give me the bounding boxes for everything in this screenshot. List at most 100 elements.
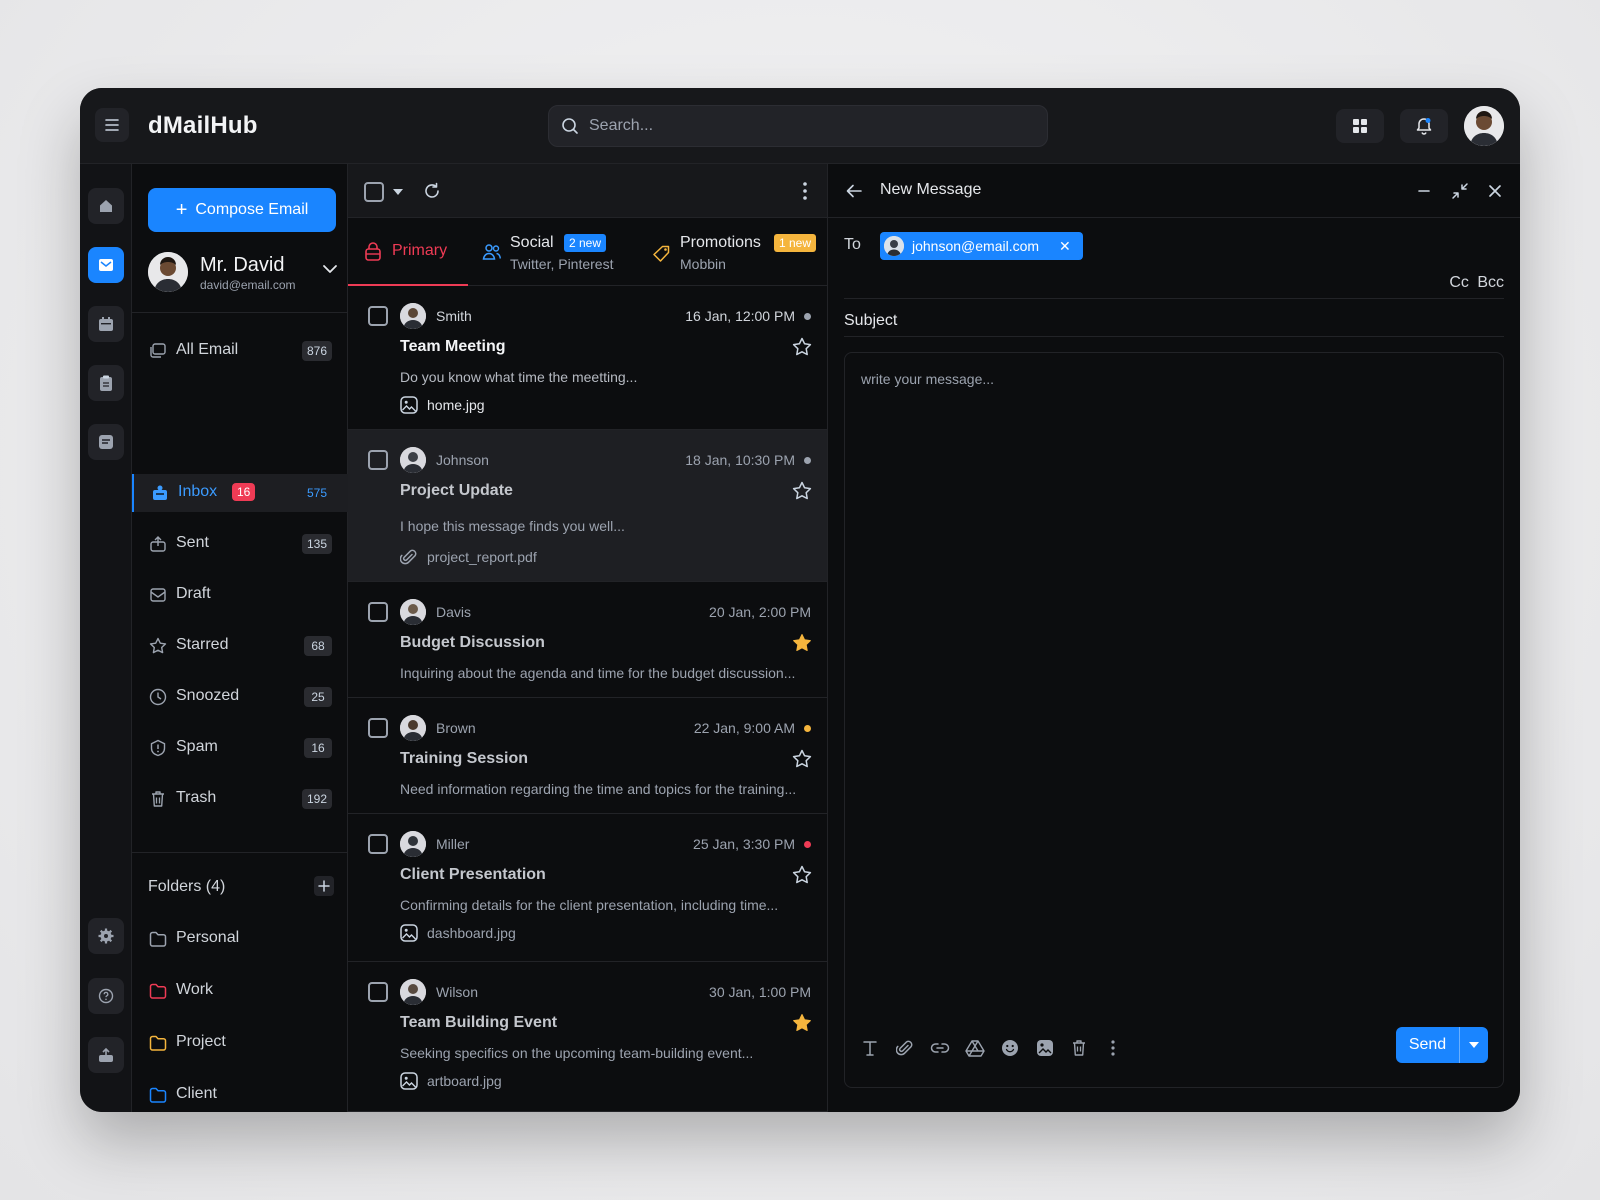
rail-notes-button[interactable] xyxy=(88,424,124,460)
messages-icon xyxy=(148,341,168,361)
caret-down-icon[interactable] xyxy=(1460,1041,1488,1049)
rail-settings-button[interactable] xyxy=(88,918,124,954)
sender-name: Brown xyxy=(436,720,476,736)
tab-label: Social xyxy=(510,234,554,251)
back-arrow-icon[interactable] xyxy=(844,181,864,201)
email-row[interactable]: Davis 20 Jan, 2:00 PM Budget Discussion Inq… xyxy=(348,582,827,698)
sidebar-item-sent[interactable]: Sent 135 xyxy=(132,525,348,563)
folder-work[interactable]: Work xyxy=(132,972,348,1010)
compose-email-button[interactable]: + Compose Email xyxy=(148,188,336,232)
close-icon[interactable] xyxy=(1483,179,1507,203)
email-row[interactable]: Miller 25 Jan, 3:30 PM Client Presentation… xyxy=(348,814,827,962)
email-checkbox[interactable] xyxy=(368,602,388,622)
attachment-icon[interactable] xyxy=(894,1037,916,1059)
recipient-chip[interactable]: johnson@email.com ✕ xyxy=(880,232,1083,260)
email-row[interactable]: Smith 16 Jan, 12:00 PM Team Meeting Do you … xyxy=(348,286,827,430)
select-all-checkbox[interactable] xyxy=(364,182,384,202)
tab-social[interactable]: Social 2 new Twitter, Pinterest xyxy=(482,218,632,286)
drive-icon[interactable] xyxy=(964,1037,986,1059)
home-icon xyxy=(98,198,114,214)
menu-button[interactable] xyxy=(95,108,129,142)
star-icon[interactable] xyxy=(791,748,813,770)
cc-bcc-toggle[interactable]: Cc Bcc xyxy=(1449,274,1504,292)
collapse-icon[interactable] xyxy=(1448,179,1472,203)
email-checkbox[interactable] xyxy=(368,982,388,1002)
star-icon[interactable] xyxy=(791,632,813,654)
apps-button[interactable] xyxy=(1336,109,1384,143)
status-dot xyxy=(804,725,811,732)
rail-clipboard-button[interactable] xyxy=(88,365,124,401)
sender-avatar xyxy=(400,715,426,741)
folder-project[interactable]: Project xyxy=(132,1024,348,1062)
star-icon[interactable] xyxy=(791,1012,813,1034)
sidebar-item-label: All Email xyxy=(176,341,239,358)
email-checkbox[interactable] xyxy=(368,718,388,738)
image-icon[interactable] xyxy=(1034,1037,1056,1059)
caret-down-icon[interactable] xyxy=(392,188,404,196)
more-vertical-icon[interactable] xyxy=(803,182,807,200)
tab-sublabel: Mobbin xyxy=(680,256,726,272)
folder-icon xyxy=(148,1033,168,1053)
sidebar-item-spam[interactable]: Spam 16 xyxy=(132,729,348,767)
sidebar-item-trash[interactable]: Trash 192 xyxy=(132,780,348,818)
attachment[interactable]: home.jpg xyxy=(400,396,485,414)
notifications-button[interactable] xyxy=(1400,109,1448,143)
unread-badge: 16 xyxy=(232,483,256,501)
refresh-icon[interactable] xyxy=(422,181,442,201)
minimize-icon[interactable] xyxy=(1412,179,1436,203)
star-icon[interactable] xyxy=(791,480,813,502)
sender-name: Johnson xyxy=(436,452,489,468)
profile-switcher[interactable]: Mr. David david@email.com xyxy=(148,252,338,296)
star-icon[interactable] xyxy=(791,336,813,358)
search-input[interactable] xyxy=(589,117,1009,135)
sidebar-item-inbox[interactable]: Inbox 16 575 xyxy=(132,474,348,512)
subject-field[interactable]: Subject xyxy=(844,312,897,330)
rail-calendar-button[interactable] xyxy=(88,306,124,342)
link-icon[interactable] xyxy=(929,1037,951,1059)
new-badge: 1 new xyxy=(774,234,817,252)
remove-recipient-icon[interactable]: ✕ xyxy=(1059,238,1071,255)
attachment[interactable]: dashboard.jpg xyxy=(400,924,516,942)
more-options-icon[interactable] xyxy=(1102,1037,1124,1059)
email-row[interactable]: Wilson 30 Jan, 1:00 PM Team Building Event… xyxy=(348,962,827,1112)
email-subject: Budget Discussion xyxy=(400,634,545,651)
emoji-icon[interactable] xyxy=(999,1037,1021,1059)
recipient-avatar xyxy=(884,236,904,256)
attachment[interactable]: artboard.jpg xyxy=(400,1072,502,1090)
delete-draft-icon[interactable] xyxy=(1068,1037,1090,1059)
star-icon[interactable] xyxy=(791,864,813,886)
email-checkbox[interactable] xyxy=(368,450,388,470)
rail-upload-button[interactable] xyxy=(88,1037,124,1073)
email-checkbox[interactable] xyxy=(368,834,388,854)
search-bar[interactable] xyxy=(548,105,1048,147)
sender-name: Miller xyxy=(436,836,470,852)
sidebar-item-label: Sent xyxy=(176,534,209,551)
text-format-icon[interactable] xyxy=(859,1037,881,1059)
attachment[interactable]: project_report.pdf xyxy=(400,548,537,566)
sidebar-item-all-email[interactable]: All Email 876 xyxy=(132,332,348,370)
compose-pane: New Message To johnson@email.com ✕ Cc Bc… xyxy=(828,164,1520,1112)
sidebar-item-draft[interactable]: Draft xyxy=(132,576,348,614)
email-row[interactable]: Brown 22 Jan, 9:00 AM Training Session Need… xyxy=(348,698,827,814)
tab-promotions[interactable]: Promotions 1 new Mobbin xyxy=(652,218,822,286)
top-bar: dMailHub xyxy=(80,88,1520,164)
add-folder-button[interactable] xyxy=(314,876,334,896)
email-subject: Project Update xyxy=(400,482,513,499)
rail-help-button[interactable] xyxy=(88,978,124,1014)
folder-personal[interactable]: Personal xyxy=(132,920,348,958)
rail-mail-button[interactable] xyxy=(88,247,124,283)
sidebar-item-starred[interactable]: Starred 68 xyxy=(132,627,348,665)
sidebar-item-label: Inbox xyxy=(178,483,218,500)
tab-primary[interactable]: Primary xyxy=(348,218,468,286)
email-checkbox[interactable] xyxy=(368,306,388,326)
trash-icon xyxy=(148,789,168,809)
rail-home-button[interactable] xyxy=(88,188,124,224)
message-input[interactable] xyxy=(845,353,1503,993)
sidebar-item-snoozed[interactable]: Snoozed 25 xyxy=(132,678,348,716)
email-subject: Training Session xyxy=(400,750,529,767)
email-row[interactable]: Johnson 18 Jan, 10:30 PM Project Update I h… xyxy=(348,430,827,582)
compose-header: New Message xyxy=(828,164,1520,218)
folder-client[interactable]: Client xyxy=(132,1076,348,1112)
send-button[interactable]: Send xyxy=(1396,1027,1488,1063)
user-avatar[interactable] xyxy=(1464,106,1504,146)
